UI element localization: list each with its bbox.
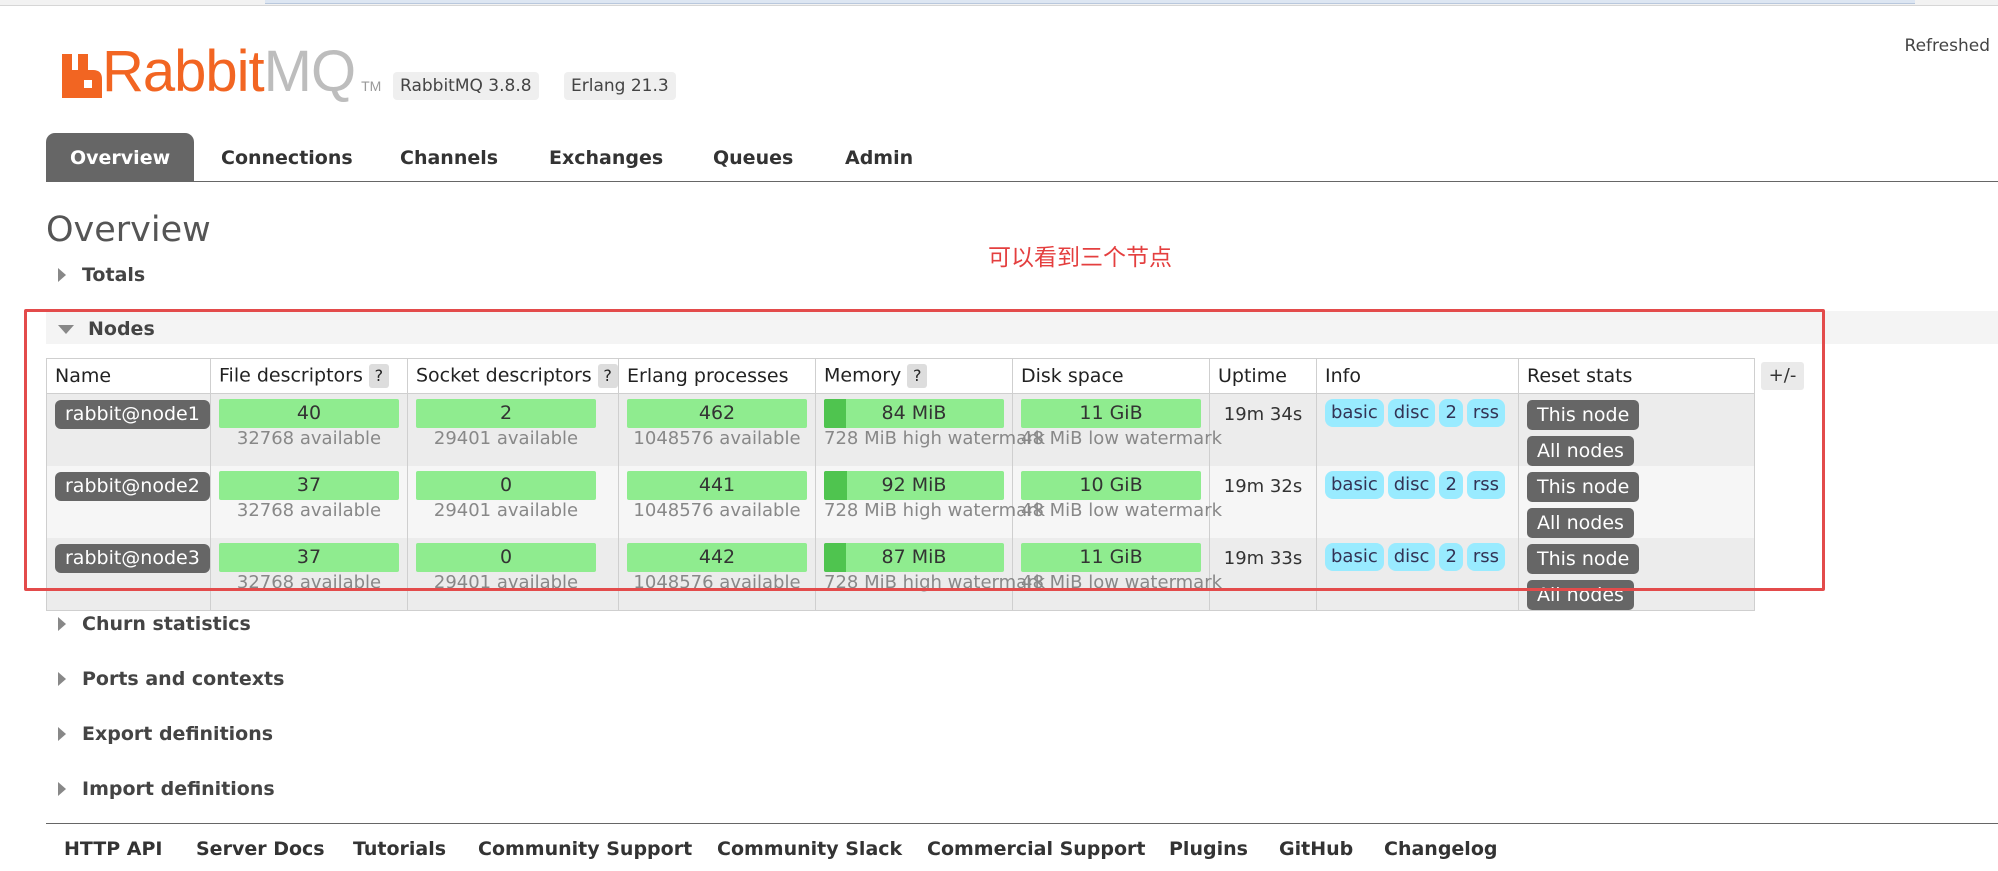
section-totals[interactable]: Totals	[58, 264, 145, 286]
annotation-note: 可以看到三个节点	[988, 245, 1172, 271]
main-tabs: Overview Connections Channels Exchanges …	[46, 133, 1998, 182]
rabbitmq-version-badge: RabbitMQ 3.8.8	[393, 72, 539, 100]
refresh-status[interactable]: Refreshed	[1905, 36, 1990, 56]
footer-link-commercial-support[interactable]: Commercial Support	[927, 838, 1146, 860]
tab-queues[interactable]: Queues	[713, 133, 793, 181]
section-label: Ports and contexts	[82, 668, 285, 690]
footer-link-community-slack[interactable]: Community Slack	[717, 838, 902, 860]
rabbitmq-logo[interactable]: Rabbit MQ TM	[62, 39, 382, 104]
section-churn-statistics[interactable]: Churn statistics	[58, 613, 251, 635]
section-label: Import definitions	[82, 778, 275, 800]
browser-top-strip	[0, 0, 1998, 6]
expand-arrow-icon	[58, 782, 66, 796]
footer-link-server-docs[interactable]: Server Docs	[196, 838, 325, 860]
tab-overview[interactable]: Overview	[46, 133, 195, 181]
tab-exchanges[interactable]: Exchanges	[549, 133, 663, 181]
expand-arrow-icon	[58, 268, 66, 282]
page-title: Overview	[46, 210, 211, 250]
rabbit-logo-icon	[62, 54, 102, 98]
footer-link-changelog[interactable]: Changelog	[1384, 838, 1497, 860]
tab-channels[interactable]: Channels	[400, 133, 498, 181]
footer-link-http-api[interactable]: HTTP API	[64, 838, 163, 860]
address-bar-edge	[265, 0, 1915, 4]
tab-connections[interactable]: Connections	[221, 133, 353, 181]
section-label: Export definitions	[82, 723, 274, 745]
footer-link-community-support[interactable]: Community Support	[478, 838, 692, 860]
annotation-highlight-box	[24, 309, 1825, 591]
section-label: Churn statistics	[82, 613, 251, 635]
logo-text-mq: MQ	[263, 39, 356, 104]
section-import-definitions[interactable]: Import definitions	[58, 778, 275, 800]
footer-link-github[interactable]: GitHub	[1279, 838, 1353, 860]
expand-arrow-icon	[58, 617, 66, 631]
footer-link-plugins[interactable]: Plugins	[1169, 838, 1248, 860]
logo-text-rabbit: Rabbit	[102, 39, 265, 104]
section-label: Totals	[82, 264, 146, 286]
logo-trademark: TM	[361, 78, 382, 94]
footer-links: HTTP API Server Docs Tutorials Community…	[46, 823, 1998, 871]
expand-arrow-icon	[58, 672, 66, 686]
footer-link-tutorials[interactable]: Tutorials	[353, 838, 446, 860]
erlang-version-badge: Erlang 21.3	[564, 72, 676, 100]
expand-arrow-icon	[58, 727, 66, 741]
tab-admin[interactable]: Admin	[845, 133, 913, 181]
section-ports-and-contexts[interactable]: Ports and contexts	[58, 668, 284, 690]
section-export-definitions[interactable]: Export definitions	[58, 723, 273, 745]
